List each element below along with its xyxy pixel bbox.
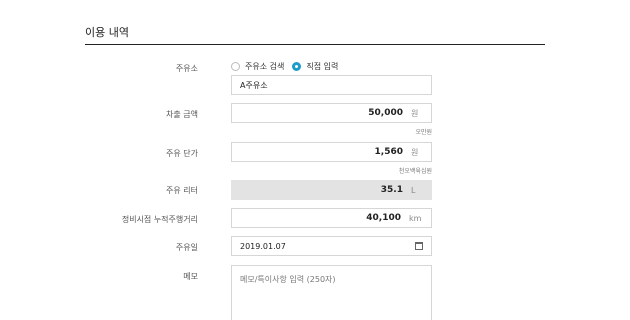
odometer-label: 정비시점 누적주행거리: [121, 215, 198, 224]
liters-value: 35.1: [380, 185, 403, 195]
radio-direct-input-label: 직접 입력: [306, 62, 339, 71]
unit-price-value: 1,560: [374, 147, 403, 157]
liters-field: 35.1 L: [231, 180, 432, 200]
unit-price-input[interactable]: 1,560 원: [231, 142, 432, 162]
liters-unit: L: [411, 185, 416, 195]
station-name-value: A주유소: [240, 80, 268, 90]
section-title: 이용 내역: [85, 26, 129, 39]
amount-hint: 오만원: [415, 129, 432, 136]
odometer-input[interactable]: 40,100 km: [231, 208, 432, 228]
liters-label: 주유 리터: [166, 186, 198, 195]
memo-label: 메모: [183, 272, 198, 281]
unit-price-hint: 천오백육십원: [398, 168, 432, 175]
date-label: 주유일: [175, 243, 198, 252]
memo-textarea[interactable]: 메모/특이사항 입력 (250자): [231, 265, 432, 320]
station-label: 주유소: [175, 64, 198, 73]
date-value: 2019.01.07: [240, 241, 286, 251]
title-divider: [85, 44, 545, 45]
radio-station-search[interactable]: 주유소 검색: [231, 61, 284, 72]
calendar-icon[interactable]: [415, 242, 423, 250]
unit-price-unit: 원: [411, 147, 419, 157]
radio-on-icon: [292, 62, 302, 71]
memo-placeholder: 메모/특이사항 입력 (250자): [240, 275, 336, 284]
unit-price-label: 주유 단가: [166, 149, 198, 158]
amount-unit: 원: [411, 108, 419, 118]
odometer-unit: km: [409, 213, 422, 223]
station-radio-group: 주유소 검색 직접 입력: [231, 61, 346, 72]
amount-label: 차출 금액: [166, 110, 198, 119]
radio-station-search-label: 주유소 검색: [245, 62, 285, 71]
station-name-input[interactable]: A주유소: [231, 75, 432, 95]
date-input[interactable]: 2019.01.07: [231, 236, 432, 256]
radio-off-icon: [231, 62, 240, 71]
amount-input[interactable]: 50,000 원: [231, 103, 432, 123]
odometer-value: 40,100: [366, 213, 401, 223]
radio-direct-input[interactable]: 직접 입력: [292, 61, 338, 72]
amount-value: 50,000: [368, 108, 403, 118]
